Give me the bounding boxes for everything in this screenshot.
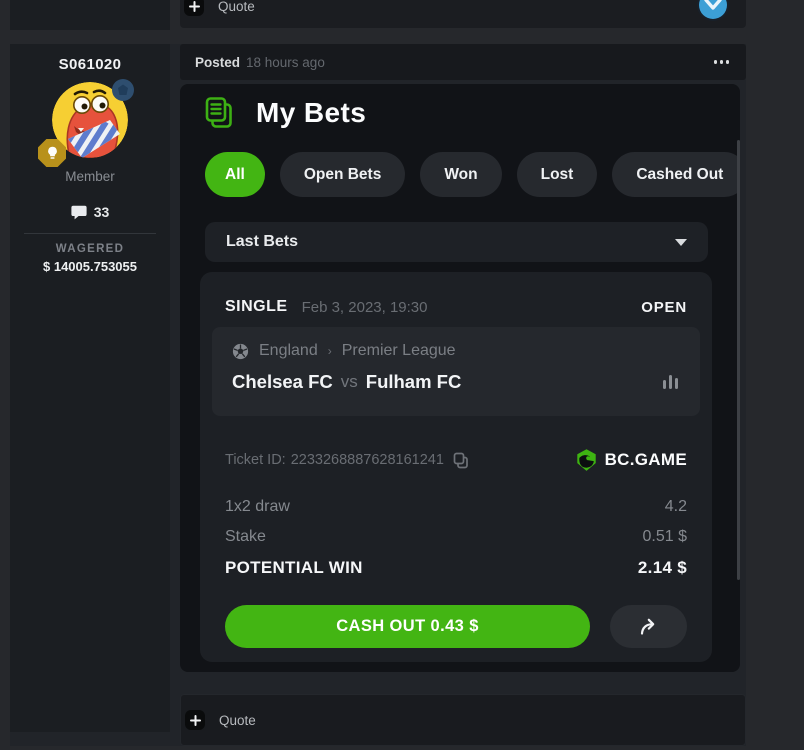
gem-icon (117, 84, 129, 97)
away-team: Fulham FC (366, 371, 462, 393)
teams-row: Chelsea FC vs Fulham FC (232, 371, 680, 393)
cash-out-button[interactable]: CASH OUT 0.43 $ (225, 605, 590, 648)
quote-label[interactable]: Quote (219, 713, 256, 728)
soccer-ball-icon (232, 343, 249, 360)
posted-label: Posted (195, 55, 240, 70)
avatar-level-badge (112, 79, 134, 101)
filter-tab-won[interactable]: Won (420, 152, 501, 197)
bet-card-header: SINGLE Feb 3, 2023, 19:30 OPEN (225, 298, 687, 316)
copy-icon[interactable] (453, 452, 469, 469)
share-arrow-icon (638, 618, 660, 635)
league-name: Premier League (342, 342, 456, 360)
vs-label: vs (341, 372, 358, 392)
filter-tab-open-bets[interactable]: Open Bets (280, 152, 406, 197)
lightbulb-icon (46, 146, 59, 161)
league-row: England › Premier League (232, 342, 680, 360)
comments-count: 33 (94, 204, 110, 220)
stake-label: Stake (225, 528, 266, 546)
share-button[interactable] (610, 605, 687, 648)
stake-row: Stake 0.51 $ (225, 528, 687, 546)
sidebar-divider (24, 233, 156, 234)
avatar[interactable] (52, 82, 128, 158)
chevron-down-icon (704, 0, 722, 12)
post-menu-button[interactable] (712, 56, 732, 68)
bet-filter-tabs: All Open Bets Won Lost Cashed Out (205, 152, 740, 197)
bets-sort-dropdown[interactable]: Last Bets (205, 222, 708, 262)
bet-status-badge: OPEN (641, 299, 687, 316)
post-header: Posted 18 hours ago (180, 44, 746, 80)
quote-plus-button[interactable] (185, 710, 205, 730)
chevron-down-icon (675, 239, 687, 246)
stake-value: 0.51 $ (643, 528, 687, 546)
match-stats-icon[interactable] (661, 373, 680, 391)
previous-post-quote-row: Quote (180, 0, 746, 28)
ticket-row: Ticket ID: 2233268887628161241 BC.GAME (225, 448, 687, 472)
widget-title: My Bets (256, 97, 366, 129)
plus-icon (190, 715, 201, 726)
post-quote-row: Quote (180, 694, 746, 746)
user-sidebar: S061020 (10, 44, 170, 732)
brand-name: BC.GAME (605, 450, 687, 470)
username[interactable]: S061020 (10, 56, 170, 73)
comment-bubble-icon (71, 205, 87, 220)
previous-post-sidebar (10, 0, 170, 30)
widget-title-row: My Bets (204, 96, 366, 130)
potential-win-label: POTENTIAL WIN (225, 558, 363, 578)
forum-post: S061020 (10, 44, 746, 746)
wagered-label: WAGERED (10, 243, 170, 255)
league-country: England (259, 342, 318, 360)
filter-tab-all[interactable]: All (205, 152, 265, 197)
bets-tickets-icon (204, 96, 235, 130)
quote-label[interactable]: Quote (218, 0, 255, 14)
bet-datetime: Feb 3, 2023, 19:30 (302, 299, 428, 316)
odds-value: 4.2 (665, 498, 687, 516)
quote-plus-button[interactable] (184, 0, 204, 16)
my-bets-widget: My Bets All Open Bets Won Lost Cashed Ou… (180, 84, 740, 672)
bet-actions: CASH OUT 0.43 $ (225, 605, 687, 648)
widget-scrollbar[interactable] (737, 140, 740, 580)
user-role: Member (10, 169, 170, 184)
home-team: Chelsea FC (232, 371, 333, 393)
posted-time: 18 hours ago (246, 55, 325, 70)
plus-icon (189, 1, 200, 12)
match-info-box: England › Premier League Chelsea FC vs F… (212, 327, 700, 416)
potential-win-row: POTENTIAL WIN 2.14 $ (225, 558, 687, 578)
comments-count-row: 33 (10, 204, 170, 220)
potential-win-value: 2.14 $ (638, 558, 687, 578)
filter-tab-cashed-out[interactable]: Cashed Out (612, 152, 740, 197)
ticket-id-label: Ticket ID: (225, 452, 286, 468)
odds-label: 1x2 draw (225, 498, 290, 516)
bet-type: SINGLE (225, 298, 288, 316)
bcgame-logo-icon (575, 448, 598, 472)
brand-logo: BC.GAME (575, 448, 687, 472)
ticket-id-value: 2233268887628161241 (291, 452, 444, 468)
breadcrumb-separator: › (328, 344, 332, 358)
odds-row: 1x2 draw 4.2 (225, 498, 687, 516)
bet-card: SINGLE Feb 3, 2023, 19:30 OPEN England ›… (200, 272, 712, 662)
sort-selected-value: Last Bets (226, 233, 298, 251)
wagered-amount: $ 14005.753055 (10, 259, 170, 274)
filter-tab-lost[interactable]: Lost (517, 152, 598, 197)
